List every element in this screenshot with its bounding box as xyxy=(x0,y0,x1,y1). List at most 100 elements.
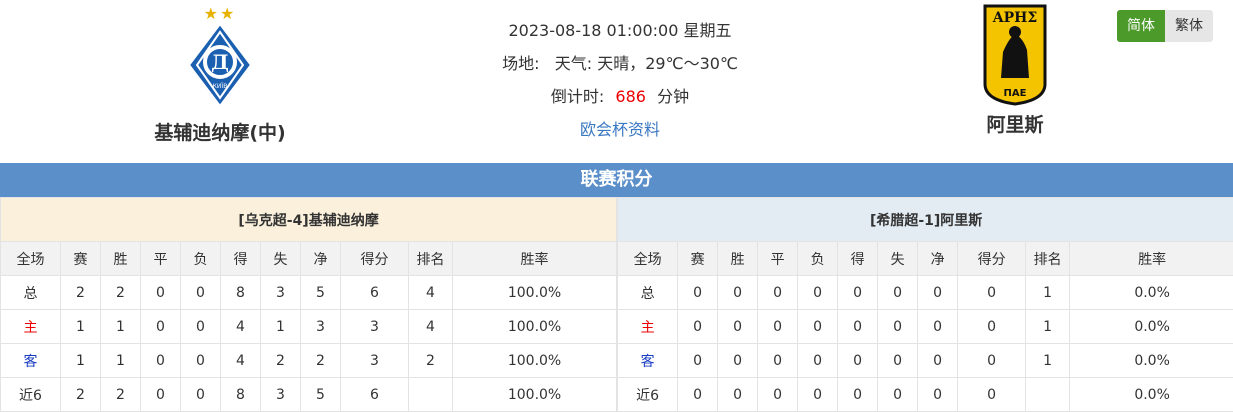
table-cell: 2 xyxy=(100,275,141,310)
table-row: 客 0 0 0 0 0 0 0 0 1 0.0% xyxy=(617,343,1233,378)
table-cell xyxy=(408,377,453,412)
column-header: 得分 xyxy=(340,241,409,276)
table-cell: 0.0% xyxy=(1069,275,1233,310)
home-league-title: [乌克超-4]基辅迪纳摩 xyxy=(0,197,618,242)
countdown-value: 686 xyxy=(615,87,646,106)
table-cell: 0 xyxy=(717,309,759,344)
column-header: 胜 xyxy=(717,241,759,276)
column-header: 排名 xyxy=(408,241,453,276)
row-label: 客 xyxy=(617,343,679,378)
match-header: ★★ Д КИЇВ 基辅迪纳摩(中) 2023-08-18 01:00:00 星… xyxy=(0,0,1233,163)
table-cell: 1 xyxy=(100,309,141,344)
column-header: 排名 xyxy=(1025,241,1071,276)
column-header: 胜率 xyxy=(451,241,618,276)
away-team[interactable]: ΑΡΗΣ ΠΑΕ 阿里斯 xyxy=(940,4,1090,137)
column-header: 失 xyxy=(260,241,301,276)
table-cell: 0 xyxy=(757,343,799,378)
table-cell: 0.0% xyxy=(1069,309,1233,344)
table-cell: 2 xyxy=(260,343,301,378)
table-cell: 0 xyxy=(180,275,221,310)
table-cell: 3 xyxy=(260,377,301,412)
table-cell: 0 xyxy=(757,275,799,310)
table-row: 客 1 1 0 0 4 2 2 3 2 100.0% xyxy=(0,343,618,378)
table-cell: 0 xyxy=(957,343,1027,378)
column-header: 得 xyxy=(837,241,879,276)
table-cell: 0 xyxy=(677,309,719,344)
table-cell: 0 xyxy=(797,309,839,344)
table-cell: 0 xyxy=(717,343,759,378)
cup-info-link[interactable]: 欧会杯资料 xyxy=(450,113,790,146)
table-cell: 0 xyxy=(180,377,221,412)
table-cell: 1 xyxy=(1025,309,1071,344)
home-team-name[interactable]: 基辅迪纳摩(中) xyxy=(120,118,320,145)
away-standings-table: [希腊超-1]阿里斯 全场赛胜平负得失净得分 排名 胜率总 0 0 0 0 0 0 0 0 1 0.0%… xyxy=(617,197,1233,412)
table-cell: 0 xyxy=(677,275,719,310)
table-cell: 0 xyxy=(757,309,799,344)
column-header: 负 xyxy=(797,241,839,276)
svg-text:КИЇВ: КИЇВ xyxy=(213,83,228,90)
table-cell: 2 xyxy=(60,275,101,310)
table-cell: 0 xyxy=(757,377,799,412)
table-cell: 1 xyxy=(60,343,101,378)
table-cell: 8 xyxy=(220,275,261,310)
section-title: 联赛积分 xyxy=(0,163,1233,197)
table-cell: 0 xyxy=(717,275,759,310)
table-cell: 0 xyxy=(837,309,879,344)
table-cell: 2 xyxy=(408,343,453,378)
table-cell: 0 xyxy=(877,343,919,378)
svg-text:ΠΑΕ: ΠΑΕ xyxy=(1004,88,1027,99)
table-cell: 1 xyxy=(1025,343,1071,378)
away-team-name[interactable]: 阿里斯 xyxy=(940,110,1090,137)
row-label: 总 xyxy=(0,275,61,310)
table-row: 总 2 2 0 0 8 3 5 6 4 100.0% xyxy=(0,275,618,310)
table-cell: 2 xyxy=(300,343,341,378)
table-cell: 0 xyxy=(180,309,221,344)
table-cell: 0 xyxy=(837,377,879,412)
weather-value: 天晴，29℃～30℃ xyxy=(597,54,738,73)
table-cell: 5 xyxy=(300,275,341,310)
language-switch: 简体 繁体 xyxy=(1117,10,1213,42)
aris-logo: ΑΡΗΣ ΠΑΕ xyxy=(983,4,1047,106)
table-cell: 4 xyxy=(220,343,261,378)
table-cell: 3 xyxy=(300,309,341,344)
venue-label: 场地: xyxy=(502,54,540,73)
table-cell: 0 xyxy=(837,275,879,310)
row-label: 总 xyxy=(617,275,679,310)
table-cell: 0 xyxy=(797,377,839,412)
column-header: 失 xyxy=(877,241,919,276)
simplified-button[interactable]: 简体 xyxy=(1117,10,1165,42)
table-cell: 4 xyxy=(220,309,261,344)
table-row: 总 0 0 0 0 0 0 0 0 1 0.0% xyxy=(617,275,1233,310)
table-cell: 5 xyxy=(300,377,341,412)
column-header: 平 xyxy=(140,241,181,276)
table-cell: 8 xyxy=(220,377,261,412)
weather-label: 天气: xyxy=(554,54,593,73)
home-standings-table: [乌克超-4]基辅迪纳摩 全场赛胜平负得失净得分 排名 胜率总 2 2 0 0 8 3 5 6 4 10… xyxy=(0,197,618,412)
row-label: 主 xyxy=(617,309,679,344)
star-icon: ★★ xyxy=(203,4,237,23)
table-cell: 0 xyxy=(917,275,959,310)
home-team[interactable]: ★★ Д КИЇВ 基辅迪纳摩(中) xyxy=(120,6,320,145)
column-header: 净 xyxy=(300,241,341,276)
table-cell: 1 xyxy=(260,309,301,344)
table-cell: 0.0% xyxy=(1069,377,1233,412)
table-cell: 2 xyxy=(100,377,141,412)
column-header: 平 xyxy=(757,241,799,276)
table-cell: 4 xyxy=(408,309,453,344)
table-cell: 0.0% xyxy=(1069,343,1233,378)
match-venue-weather: 场地: 天气: 天晴，29℃～30℃ xyxy=(450,47,790,80)
table-row: 主 0 0 0 0 0 0 0 0 1 0.0% xyxy=(617,309,1233,344)
table-cell: 0 xyxy=(717,377,759,412)
table-cell: 100.0% xyxy=(451,377,618,412)
table-cell: 100.0% xyxy=(451,343,618,378)
svg-text:Д: Д xyxy=(211,50,229,74)
table-cell: 3 xyxy=(340,343,409,378)
table-cell: 0 xyxy=(677,377,719,412)
traditional-button[interactable]: 繁体 xyxy=(1165,10,1213,42)
table-header-row: 全场赛胜平负得失净得分 排名 胜率 xyxy=(0,241,618,276)
column-header: 全场 xyxy=(617,241,679,276)
countdown-unit: 分钟 xyxy=(657,87,690,106)
column-header: 赛 xyxy=(677,241,719,276)
countdown-label: 倒计时: xyxy=(550,87,605,106)
table-cell: 0 xyxy=(140,309,181,344)
